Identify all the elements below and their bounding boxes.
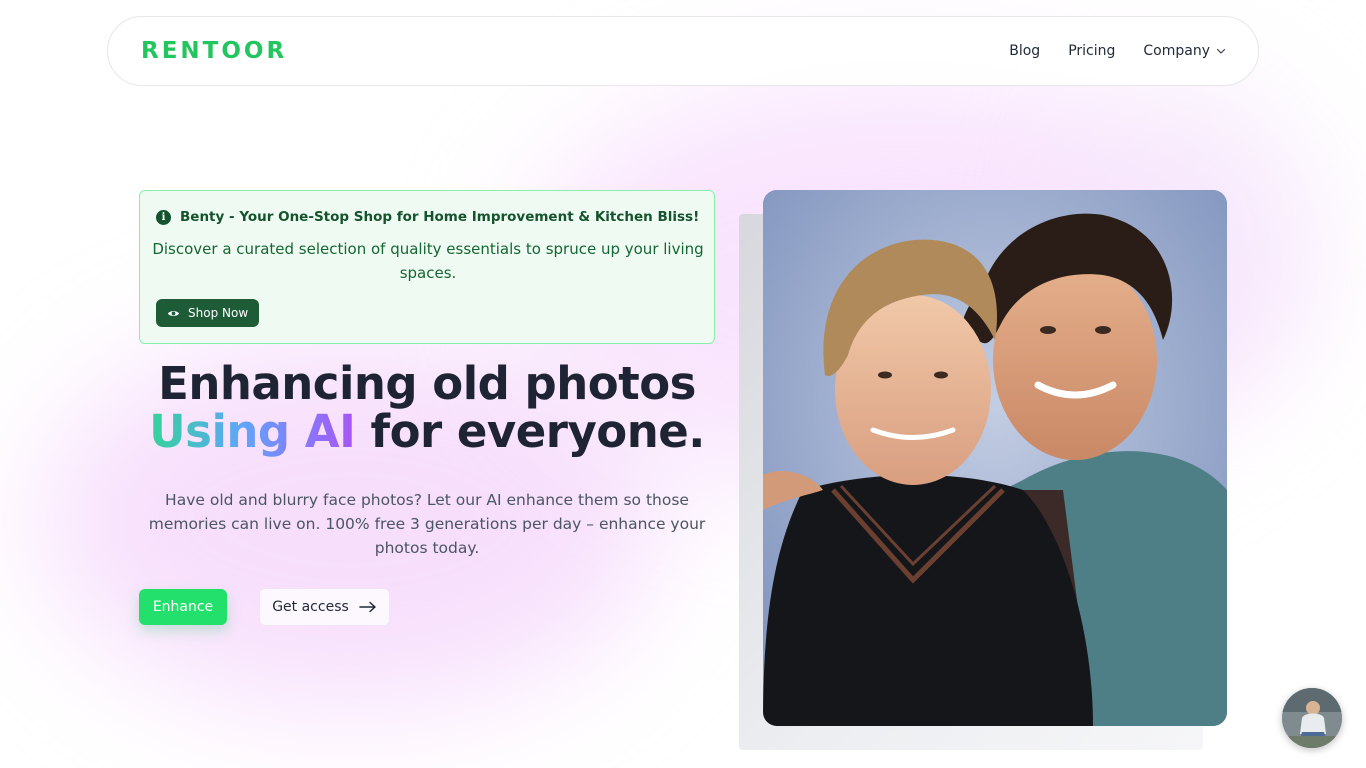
chevron-down-icon	[1216, 48, 1226, 54]
shop-now-label: Shop Now	[188, 306, 249, 320]
nav-link-pricing[interactable]: Pricing	[1068, 43, 1115, 59]
nav-link-label: Pricing	[1068, 43, 1116, 59]
promo-header: i Benty - Your One-Stop Shop for Home Im…	[156, 209, 699, 225]
hero-subtitle: Have old and blurry face photos? Let our…	[148, 491, 706, 557]
avatar-photo	[1282, 688, 1342, 748]
get-access-button[interactable]: Get access	[259, 588, 390, 626]
navbar: RENTOOR Blog Pricing Company	[107, 16, 1259, 86]
nav-link-blog[interactable]: Blog	[1009, 43, 1040, 59]
enhance-label: Enhance	[152, 599, 214, 615]
logo[interactable]: RENTOOR	[141, 38, 287, 64]
promo-description: Discover a curated selection of quality …	[152, 240, 704, 282]
nav-link-company[interactable]: Company	[1143, 43, 1226, 59]
promo-title: Benty - Your One-Stop Shop for Home Impr…	[180, 209, 700, 225]
eye-icon	[167, 310, 180, 316]
hero-title-line2: for everyone.	[355, 405, 706, 458]
info-icon: i	[156, 209, 171, 225]
page: RENTOOR Blog Pricing Company i Benty - Y…	[0, 0, 1366, 768]
chat-avatar[interactable]	[1282, 688, 1342, 748]
nav-link-label: Company	[1143, 43, 1210, 59]
shop-now-button[interactable]: Shop Now	[156, 299, 260, 327]
get-access-label: Get access	[272, 599, 349, 615]
hero-photo	[763, 190, 1227, 726]
hero-title-gradient: Using AI	[149, 405, 356, 458]
nav-link-label: Blog	[1009, 43, 1041, 59]
hero-title-line1: Enhancing old photos	[158, 357, 696, 410]
promo-banner: i Benty - Your One-Stop Shop for Home Im…	[139, 190, 715, 344]
arrow-right-icon	[359, 601, 376, 613]
nav-links: Blog Pricing Company	[1009, 43, 1226, 59]
enhance-button[interactable]: Enhance	[139, 589, 227, 625]
hero-photo-illustration	[763, 190, 1227, 726]
hero-title: Enhancing old photos Using AI for everyo…	[139, 360, 715, 456]
